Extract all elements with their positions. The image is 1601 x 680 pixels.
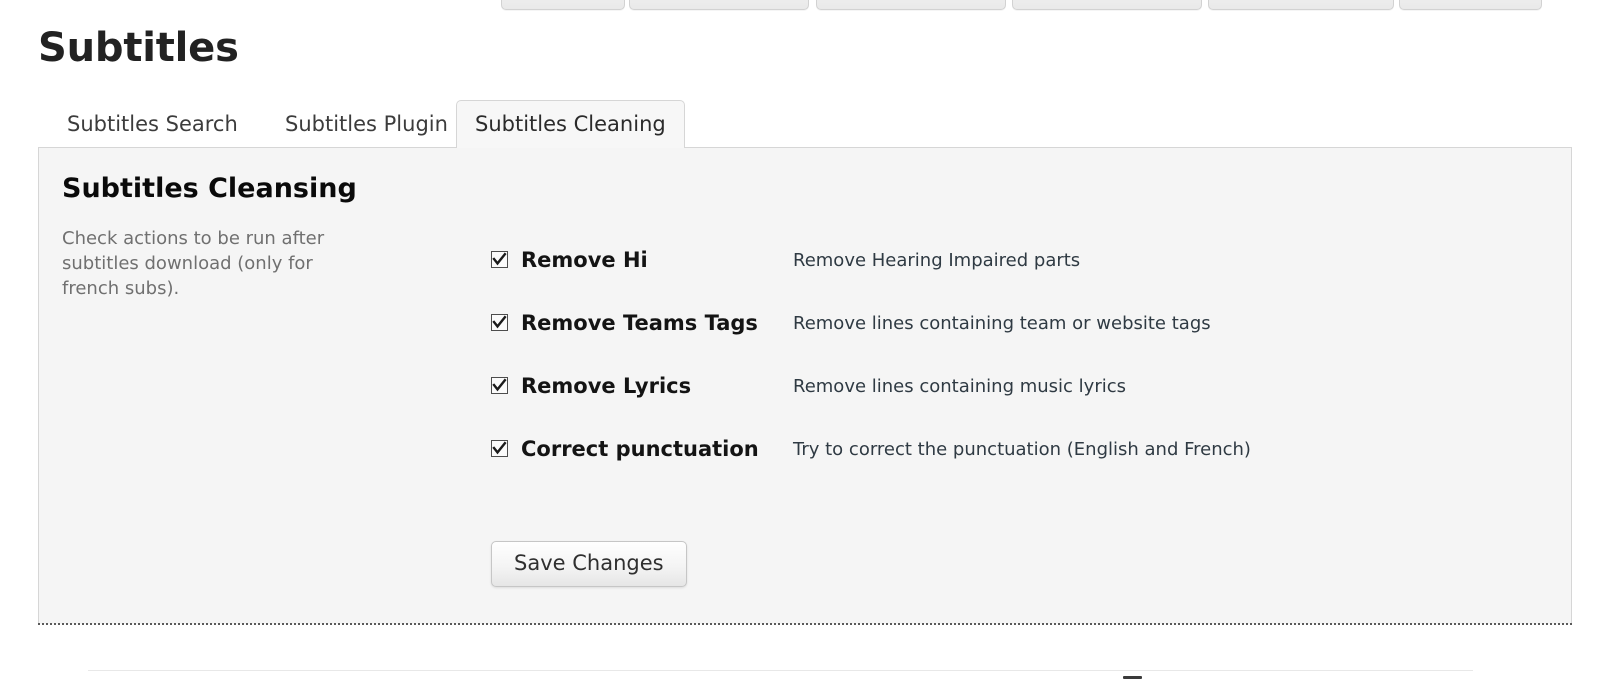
top-button-strip [0, 0, 1601, 12]
settings-panel: Subtitles Cleansing Check actions to be … [38, 147, 1572, 624]
checkbox-remove-teams-tags[interactable] [491, 314, 508, 331]
option-row: Remove Lyrics Remove lines containing mus… [491, 374, 1541, 437]
tab-subtitles-cleaning[interactable]: Subtitles Cleaning [456, 100, 685, 148]
footer-element-stub [1123, 676, 1142, 679]
checkbox-remove-lyrics[interactable] [491, 377, 508, 394]
option-description: Remove Hearing Impaired parts [793, 250, 1080, 272]
option-label[interactable]: Correct punctuation [521, 437, 759, 461]
panel-heading: Subtitles Cleansing [62, 173, 357, 205]
tab-bar: Subtitles Search Subtitles Plugin Subtitle… [38, 100, 1572, 148]
top-button-stub-4[interactable] [1012, 0, 1202, 10]
option-row: Remove Hi Remove Hearing Impaired parts [491, 248, 1541, 311]
top-button-stub-6[interactable] [1399, 0, 1542, 10]
checkbox-remove-hi[interactable] [491, 251, 508, 268]
option-description: Try to correct the punctuation (English … [793, 439, 1251, 461]
tab-label: Subtitles Search [67, 112, 238, 136]
top-button-stub-5[interactable] [1208, 0, 1394, 10]
option-label[interactable]: Remove Hi [521, 248, 648, 272]
tab-subtitles-plugin[interactable]: Subtitles Plugin [266, 100, 467, 148]
save-changes-button[interactable]: Save Changes [491, 541, 687, 587]
tab-label: Subtitles Cleaning [475, 112, 666, 136]
panel-bottom-divider [38, 623, 1572, 625]
option-description: Remove lines containing team or website … [793, 313, 1211, 335]
cleaning-options-list: Remove HiRemove Hearing Impaired partsRe… [491, 248, 1541, 500]
top-button-stub-3[interactable] [816, 0, 1006, 10]
option-row: Remove Teams Tags Remove lines containing… [491, 311, 1541, 374]
footer-divider [88, 670, 1473, 671]
top-button-stub-1[interactable] [501, 0, 625, 10]
option-description: Remove lines containing music lyrics [793, 376, 1126, 398]
page-title: Subtitles [38, 22, 239, 74]
option-label[interactable]: Remove Lyrics [521, 374, 691, 398]
top-button-stub-2[interactable] [629, 0, 809, 10]
tab-label: Subtitles Plugin [285, 112, 448, 136]
option-row: Correct punctuation Try to correct the pu… [491, 437, 1541, 500]
checkbox-correct-punctuation[interactable] [491, 440, 508, 457]
option-label[interactable]: Remove Teams Tags [521, 311, 758, 335]
panel-description: Check actions to be run after subtitles … [62, 226, 367, 301]
tab-subtitles-search[interactable]: Subtitles Search [48, 100, 257, 148]
